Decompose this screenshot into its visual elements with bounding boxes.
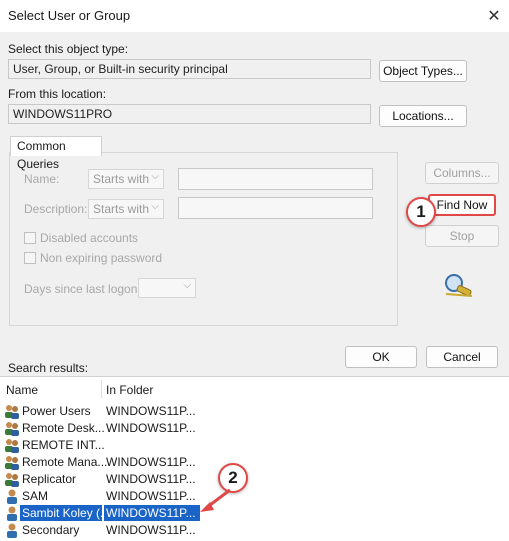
row-folder: WINDOWS11P... <box>104 505 200 521</box>
user-icon <box>4 506 20 521</box>
table-row[interactable]: Sambit Koley (... WINDOWS11P... <box>0 505 509 522</box>
group-icon <box>4 421 20 436</box>
table-row[interactable]: Power Users WINDOWS11P... <box>0 403 509 420</box>
row-name: Remote Desk... <box>22 421 105 435</box>
chevron-down-icon: ⌵ <box>183 280 191 291</box>
group-icon <box>4 404 20 419</box>
column-header-folder[interactable]: In Folder <box>106 383 153 397</box>
user-icon <box>4 523 20 538</box>
name-mode-value: Starts with <box>93 172 150 186</box>
chevron-down-icon: ⌵ <box>151 171 159 182</box>
row-name: Remote Mana... <box>22 455 108 469</box>
tab-common-queries[interactable]: Common Queries <box>10 136 102 171</box>
disabled-accounts-checkbox[interactable] <box>24 232 36 244</box>
cancel-button[interactable]: Cancel <box>426 346 498 368</box>
group-icon <box>4 438 20 453</box>
object-types-button[interactable]: Object Types... <box>379 60 467 82</box>
group-icon <box>4 455 20 470</box>
days-label: Days since last logon: <box>24 282 141 296</box>
row-folder: WINDOWS11P... <box>106 489 196 503</box>
location-field: WINDOWS11PRO <box>8 104 371 124</box>
chevron-down-icon: ⌵ <box>151 201 159 212</box>
days-select[interactable]: ⌵ <box>138 278 196 298</box>
callout-one: 1 <box>406 197 436 227</box>
description-mode-select[interactable]: Starts with ⌵ <box>88 199 164 219</box>
row-name: REMOTE INT... <box>22 438 105 452</box>
row-name: Secondary <box>22 523 80 537</box>
table-row[interactable]: Replicator WINDOWS11P... <box>0 471 509 488</box>
table-row[interactable]: Remote Mana... WINDOWS11P... <box>0 454 509 471</box>
row-folder: WINDOWS11P... <box>106 455 196 469</box>
window-title: Select User or Group <box>8 8 131 23</box>
callout-arrow <box>200 488 231 512</box>
row-name: Replicator <box>22 472 77 486</box>
row-name: Power Users <box>22 404 91 418</box>
ok-button[interactable]: OK <box>345 346 417 368</box>
location-label: From this location: <box>8 87 107 101</box>
name-input[interactable] <box>178 168 373 190</box>
description-mode-value: Starts with <box>93 202 150 216</box>
object-type-label: Select this object type: <box>8 42 129 56</box>
object-type-field: User, Group, or Built-in security princi… <box>8 59 371 79</box>
find-now-button[interactable]: Find Now <box>428 194 496 216</box>
table-row[interactable]: Secondary WINDOWS11P... <box>0 522 509 539</box>
user-icon <box>4 489 20 504</box>
table-row[interactable]: REMOTE INT... <box>0 437 509 454</box>
search-results-label: Search results: <box>8 361 89 375</box>
row-folder: WINDOWS11P... <box>106 421 196 435</box>
table-row[interactable]: Remote Desk... WINDOWS11P... <box>0 420 509 437</box>
row-name: SAM <box>22 489 49 503</box>
column-divider[interactable] <box>101 380 102 398</box>
name-label: Name: <box>24 172 60 186</box>
stop-button[interactable]: Stop <box>425 225 499 247</box>
locations-button[interactable]: Locations... <box>379 105 467 127</box>
non-expiring-label: Non expiring password <box>40 251 163 265</box>
search-flashlight-icon <box>442 272 478 300</box>
columns-button[interactable]: Columns... <box>425 162 499 184</box>
row-folder: WINDOWS11P... <box>106 523 196 537</box>
row-name: Sambit Koley (... <box>20 505 111 521</box>
group-icon <box>4 472 20 487</box>
name-mode-select[interactable]: Starts with ⌵ <box>88 169 164 189</box>
row-folder: WINDOWS11P... <box>106 472 196 486</box>
description-label: Description: <box>24 202 88 216</box>
description-input[interactable] <box>178 197 373 219</box>
row-folder: WINDOWS11P... <box>106 404 196 418</box>
table-row[interactable]: SAM WINDOWS11P... <box>0 488 509 505</box>
close-icon[interactable]: ✕ <box>482 4 506 28</box>
non-expiring-checkbox[interactable] <box>24 252 36 264</box>
disabled-accounts-label: Disabled accounts <box>40 231 139 245</box>
column-header-name[interactable]: Name <box>6 383 38 397</box>
